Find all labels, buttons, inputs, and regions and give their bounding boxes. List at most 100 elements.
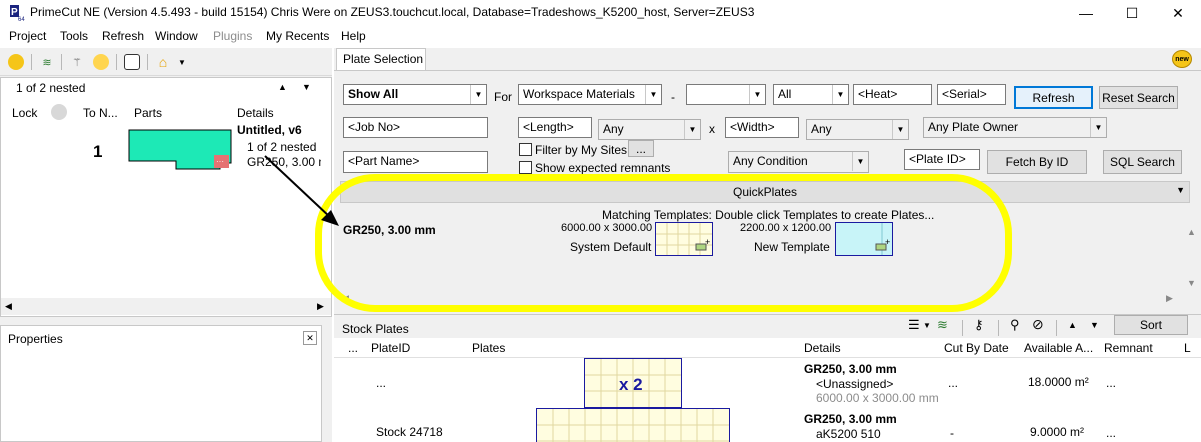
broom-icon[interactable]: ⚲: [1010, 317, 1020, 333]
minimize-button[interactable]: —: [1063, 0, 1109, 26]
row2-details-title: GR250, 3.00 mm: [804, 412, 897, 426]
scroll-left-icon[interactable]: ◀: [5, 301, 12, 312]
row1-plate-count: x 2: [619, 375, 643, 394]
sites-ellipsis-button[interactable]: ...: [628, 140, 654, 157]
chevron-down-icon[interactable]: ▼: [923, 321, 931, 330]
filter-sites-checkbox[interactable]: [519, 143, 532, 156]
menu-project[interactable]: Project: [9, 29, 46, 43]
report-icon[interactable]: ☰: [908, 317, 920, 333]
close-panel-icon[interactable]: ✕: [303, 331, 317, 345]
filter-sites-label: Filter by My Sites: [535, 143, 628, 157]
dash-label: -: [671, 90, 675, 104]
show-remnants-checkbox[interactable]: [519, 161, 532, 174]
col-details[interactable]: Details: [237, 106, 274, 120]
menu-window[interactable]: Window: [155, 29, 198, 43]
row2-plate-preview[interactable]: [536, 408, 730, 442]
menu-tools[interactable]: Tools: [60, 29, 88, 43]
col-remnant[interactable]: Remnant: [1104, 341, 1153, 355]
length-field[interactable]: <Length>: [518, 117, 592, 138]
sort-button[interactable]: Sort: [1114, 315, 1188, 335]
show-filter-select[interactable]: Show All ▼: [343, 84, 487, 105]
col-available-area[interactable]: Available A...: [1024, 341, 1093, 355]
width-select[interactable]: Any ▼: [806, 119, 909, 140]
width-field[interactable]: <Width>: [725, 117, 799, 138]
add-stock-icon[interactable]: ≋: [937, 317, 948, 333]
close-button[interactable]: ✕: [1155, 0, 1201, 26]
move-up-arrow-icon[interactable]: ▲: [1068, 320, 1077, 330]
col-lock[interactable]: Lock: [12, 106, 37, 120]
part-name-field[interactable]: <Part Name>: [343, 151, 488, 173]
menu-help[interactable]: Help: [341, 29, 366, 43]
condition-value: Any Condition: [733, 154, 808, 168]
quickplates-scrollbar[interactable]: ▲ ▼: [1183, 220, 1200, 310]
col-to-nest[interactable]: To N...: [83, 106, 118, 120]
col-plate-id[interactable]: PlateID: [371, 341, 410, 355]
col-details[interactable]: Details: [804, 341, 841, 355]
nest-count: 1 of 2 nested: [16, 81, 86, 95]
chevron-down-icon[interactable]: ▼: [174, 54, 190, 70]
move-up-arrow-icon[interactable]: ▲: [278, 82, 287, 92]
row2-details-owner: aK5200 510: [816, 427, 881, 441]
chevron-down-icon[interactable]: ▼: [1176, 185, 1185, 195]
block-icon[interactable]: ⊘: [1032, 316, 1044, 333]
chevron-down-icon: ▼: [852, 152, 868, 171]
svg-text:P: P: [11, 7, 18, 18]
key-icon[interactable]: ⚷: [974, 317, 984, 333]
lock-user-icon[interactable]: [93, 54, 109, 70]
col-parts[interactable]: Parts: [134, 106, 162, 120]
toolbar-separator: [998, 320, 999, 336]
plate-id-field[interactable]: <Plate ID>: [904, 149, 980, 170]
maximize-button[interactable]: ☐: [1109, 0, 1155, 26]
stock-plates-header: Stock Plates ☰ ▼ ≋ ⚷ ⚲ ⊘ ▲ ▼ Sort: [334, 314, 1201, 338]
tab-plate-selection[interactable]: Plate Selection: [336, 48, 426, 70]
toolbar-separator: [962, 320, 963, 336]
sql-search-button[interactable]: SQL Search: [1103, 150, 1182, 174]
reset-search-button[interactable]: Reset Search: [1099, 86, 1178, 109]
nest-icon[interactable]: [8, 54, 24, 70]
row1-plate-preview[interactable]: x 2: [584, 358, 682, 408]
refresh-button[interactable]: Refresh: [1014, 86, 1093, 109]
chevron-down-icon: ▼: [470, 85, 486, 104]
row1-details-owner: <Unassigned>: [816, 377, 894, 391]
home-icon[interactable]: ⌂: [155, 54, 171, 70]
nest-row-number: 1: [93, 142, 103, 161]
col-plates[interactable]: Plates: [472, 341, 505, 355]
toolbar-separator: [116, 54, 117, 70]
menu-refresh[interactable]: Refresh: [102, 29, 144, 43]
copy-icon[interactable]: [124, 54, 140, 70]
move-down-arrow-icon[interactable]: ▼: [302, 82, 311, 92]
col-l[interactable]: L: [1184, 341, 1191, 355]
all-select[interactable]: All ▼: [773, 84, 849, 105]
condition-select[interactable]: Any Condition ▼: [728, 151, 869, 173]
blank-select[interactable]: ▼: [686, 84, 766, 105]
menu-my-recents[interactable]: My Recents: [266, 29, 329, 43]
layers-icon[interactable]: ≋: [39, 54, 55, 70]
serial-field[interactable]: <Serial>: [937, 84, 1006, 105]
row1-cut-by: ...: [948, 376, 959, 390]
scroll-up-icon[interactable]: ▲: [1187, 227, 1196, 237]
scroll-down-icon[interactable]: ▼: [1187, 278, 1196, 288]
toolbar-separator: [61, 54, 62, 70]
scroll-right-icon[interactable]: ▶: [317, 301, 324, 312]
magic-wand-icon[interactable]: ⚚: [69, 54, 85, 70]
new-badge-icon[interactable]: new: [1172, 50, 1192, 68]
col-cut-by-date[interactable]: Cut By Date: [944, 341, 1009, 355]
chevron-down-icon: ▼: [645, 85, 661, 104]
nest-part-preview[interactable]: ···: [128, 129, 232, 170]
workspace-select[interactable]: Workspace Materials ▼: [518, 84, 662, 105]
row2-available: 9.0000 m²: [1030, 425, 1085, 439]
plate-owner-select[interactable]: Any Plate Owner ▼: [923, 117, 1107, 138]
move-down-arrow-icon[interactable]: ▼: [1090, 320, 1099, 330]
col-status-icon[interactable]: [51, 104, 67, 120]
length-select[interactable]: Any ▼: [598, 119, 701, 140]
scroll-right-icon[interactable]: ▶: [1166, 293, 1173, 304]
plate-owner-value: Any Plate Owner: [928, 120, 1019, 134]
properties-title: Properties: [8, 332, 63, 346]
heat-field[interactable]: <Heat>: [853, 84, 932, 105]
fetch-by-id-button[interactable]: Fetch By ID: [987, 150, 1087, 174]
job-no-field[interactable]: <Job No>: [343, 117, 488, 138]
menu-plugins[interactable]: Plugins: [213, 29, 252, 43]
horizontal-scrollbar[interactable]: ◀ ▶: [1, 298, 331, 315]
x-label: x: [709, 122, 715, 136]
col-ellipsis[interactable]: ...: [348, 341, 358, 355]
